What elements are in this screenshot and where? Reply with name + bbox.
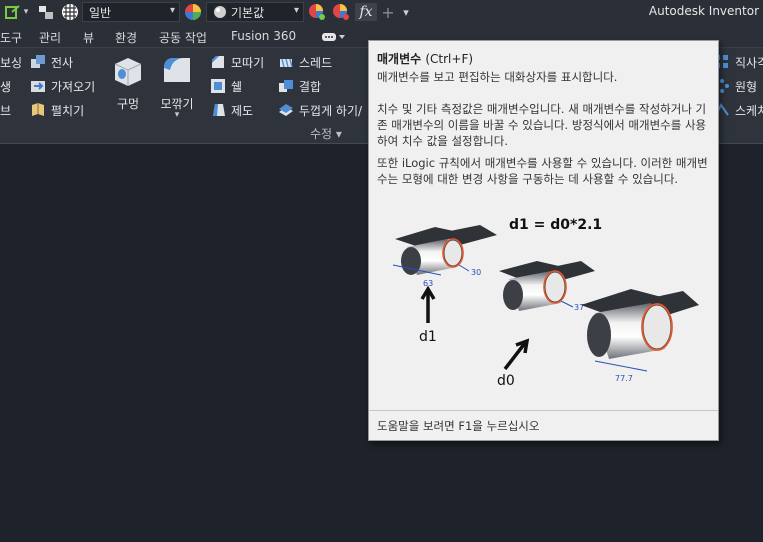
tab-overflow-button[interactable] [322,31,346,45]
circular-pattern-label: 원형 [735,79,758,94]
draft-label: 제도 [231,103,254,118]
appearance-dropdown[interactable]: 기본값 ▾ [206,2,304,22]
thread-button[interactable]: 스레드 [278,52,332,72]
appearance-dropdown-value: 기본값 [231,5,265,20]
customize-label: ▾ [403,5,409,19]
return-dropdown-icon[interactable]: ▾ [21,3,31,21]
tab-view[interactable]: 뷰 [83,29,94,46]
unwrap-icon [32,103,44,116]
tab-tools[interactable]: 도구 [0,29,22,46]
d0-arrow [503,338,530,371]
import-button[interactable]: 가져오기 [30,76,95,96]
emboss-button[interactable]: 전사 [30,52,73,72]
thread-label: 스레드 [299,55,333,70]
parameters-illustration: d1 = d0*2.1 63 30 d1 37 d0 77.7 [392,217,699,389]
modify-panel-label[interactable]: 수정 ▾ [310,125,342,142]
part-large [581,289,699,372]
fillet-button[interactable]: 모깎기 ▾ [157,54,197,120]
d1-arrow [420,285,436,323]
hole-icon [114,58,142,86]
tooltip-description: 치수 및 기타 측정값은 매개변수입니다. 새 매개변수를 작성하거나 기존 매… [377,102,707,148]
circular-pattern-button[interactable]: 원형 [714,76,757,96]
thicken-icon [279,104,293,116]
dimension-37: 37 [574,303,584,312]
select-filter-icon[interactable] [36,3,56,21]
fx-label: fx [359,4,373,20]
thicken-offset-label: 두껍게 하기/ [299,103,363,118]
material-dropdown[interactable]: 일반 ▾ [82,2,180,22]
unwrap-label: 펼치기 [51,103,85,118]
create-label: 생 [0,79,12,94]
appearance-sphere-icon [214,6,226,18]
import-label: 가져오기 [51,79,96,94]
tooltip-shortcut: (Ctrl+F) [425,52,474,66]
chamfer-button[interactable]: 모따기 [210,52,264,72]
chevron-down-icon: ▾ [293,5,299,16]
d0-label: d0 [497,373,515,389]
shell-label: 쉘 [231,79,243,94]
combine-button[interactable]: 결합 [278,76,321,96]
hole-label: 구멍 [116,97,140,111]
shell-icon [211,79,225,93]
plus-label: + [381,2,395,22]
tooltip-help-hint: 도움말을 보려면 F1을 누르십시오 [377,419,540,433]
import-icon [31,81,45,92]
rib-button[interactable]: 브 [0,100,11,120]
create-button[interactable]: 생 [0,76,11,96]
tab-environment[interactable]: 환경 [115,29,137,46]
material-dropdown-value: 일반 [89,5,112,20]
return-icon[interactable] [2,3,22,21]
clear-appearance-icon[interactable] [331,3,351,21]
sketch-pattern-button[interactable]: 스케치 [714,100,763,120]
part-small [392,225,497,276]
tooltip-divider [369,410,718,411]
hole-button[interactable]: 구멍 [108,54,148,112]
draft-button[interactable]: 제도 [210,100,253,120]
chamfer-label: 모따기 [231,55,265,70]
more-tabs-icon [322,33,345,41]
rectangular-pattern-button[interactable]: 직사각 [714,52,763,72]
tooltip-title: 매개변수 (Ctrl+F) [377,50,473,67]
thread-icon [280,58,293,68]
boss-label: 보싱 [0,55,23,70]
tooltip-title-text: 매개변수 [377,52,422,66]
draft-icon [213,104,225,116]
combine-label: 결합 [299,79,322,94]
tab-manage[interactable]: 관리 [39,29,61,46]
equation-label: d1 = d0*2.1 [509,217,602,233]
boss-button[interactable]: 보싱 [0,52,22,72]
tab-collaborate[interactable]: 공동 작업 [159,29,207,46]
color-wheel-icon[interactable] [183,3,203,21]
tooltip-ilogic-note: 또한 iLogic 규칙에서 매개변수를 사용할 수 있습니다. 이러한 매개변… [377,156,708,186]
quick-access-toolbar: ▾ 일반 ▾ 기본값 ▾ fx + ▾ Autodesk Inventor [0,0,763,24]
app-title: Autodesk Inventor [648,4,759,18]
material-icon[interactable] [60,3,80,21]
customize-dropdown-icon[interactable]: ▾ [399,3,413,21]
dimension-77-7: 77.7 [615,374,633,383]
fillet-icon [164,58,190,82]
combine-icon [279,80,293,92]
tab-fusion-360[interactable]: Fusion 360 [231,29,296,43]
parameters-tooltip: 매개변수 (Ctrl+F) 매개변수를 보고 편집하는 대화상자를 표시합니다.… [368,40,719,441]
rib-label: 브 [0,103,12,118]
chamfer-icon [212,56,224,68]
unwrap-button[interactable]: 펼치기 [30,100,84,120]
plus-icon[interactable]: + [380,2,396,22]
shell-button[interactable]: 쉘 [210,76,242,96]
thicken-offset-button[interactable]: 두껍게 하기/ [278,100,362,120]
d1-label: d1 [419,329,437,345]
emboss-label: 전사 [51,55,74,70]
fx-parameters-button[interactable]: fx [355,3,377,21]
chevron-down-icon: ▾ [169,5,175,16]
emboss-icon [31,55,45,68]
tooltip-summary: 매개변수를 보고 편집하는 대화상자를 표시합니다. [377,70,618,84]
rectangular-pattern-label: 직사각 [735,55,763,70]
adjust-appearance-icon[interactable] [307,3,327,21]
sketch-pattern-label: 스케치 [735,103,763,118]
dimension-30: 30 [471,268,481,277]
